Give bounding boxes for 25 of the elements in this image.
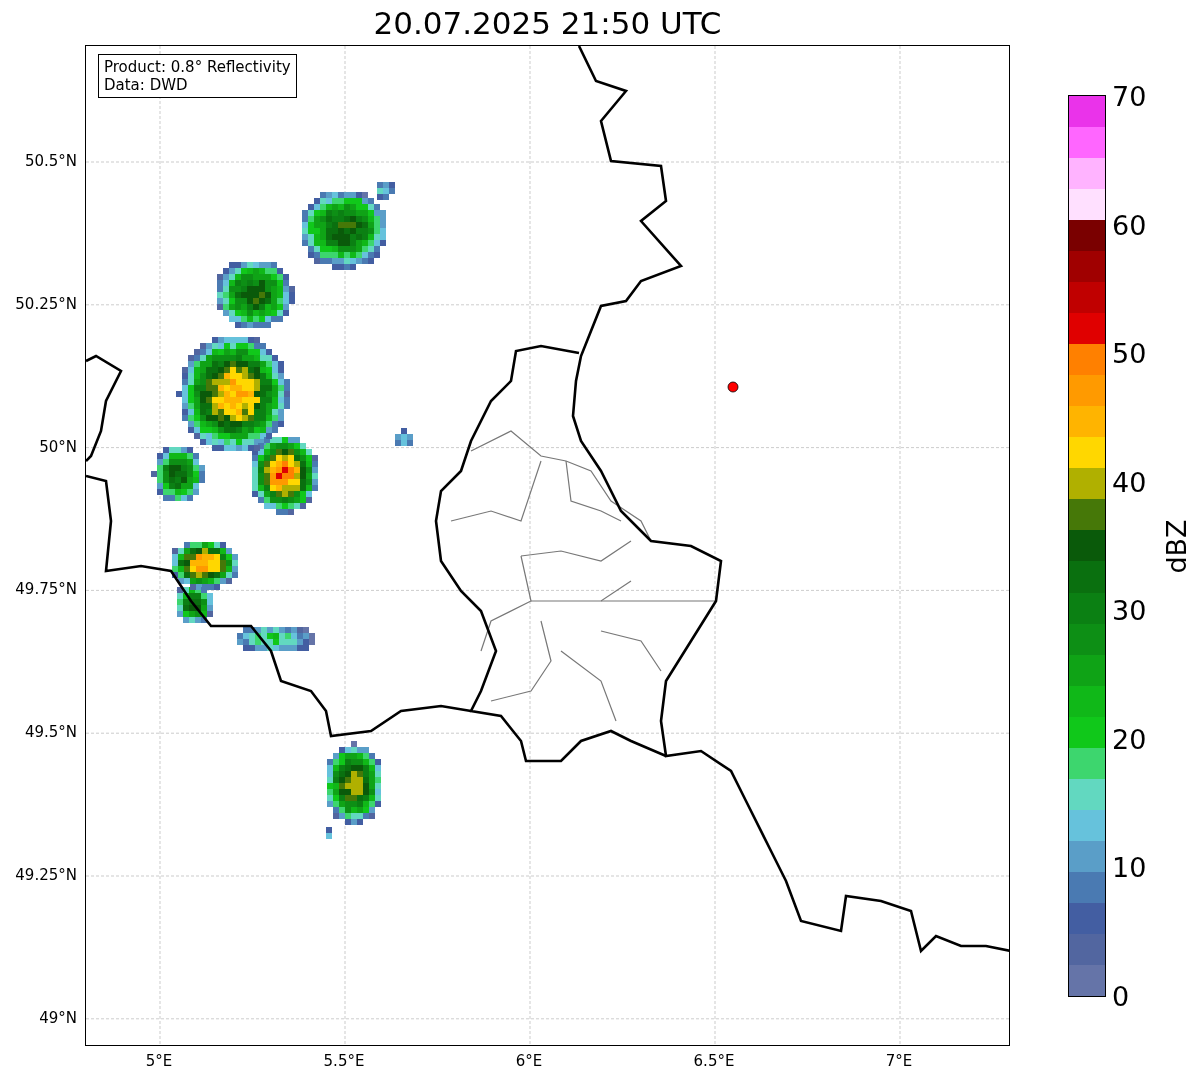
longitude-label: 6.5°E bbox=[693, 1052, 735, 1070]
location-marker bbox=[727, 381, 739, 393]
colorbar-tick-label: 10 bbox=[1112, 851, 1147, 883]
colorbar-tick-label: 60 bbox=[1112, 209, 1147, 241]
colorbar-label: dBZ bbox=[1160, 518, 1192, 574]
info-text: Product: 0.8° Reflectivity bbox=[104, 58, 291, 76]
longitude-label: 7°E bbox=[885, 1052, 913, 1070]
latitude-label: 50°N bbox=[39, 437, 77, 456]
latitude-label: 50.5°N bbox=[24, 152, 77, 170]
colorbar-tick-label: 70 bbox=[1112, 80, 1147, 112]
chart-title: 20.07.2025 21:50 UTC bbox=[372, 4, 723, 43]
colorbar-tick-label: 50 bbox=[1112, 337, 1147, 369]
colorbar-tick-label: 20 bbox=[1112, 723, 1147, 755]
colorbar-tick-label: 30 bbox=[1112, 594, 1147, 626]
longitude-label: 5.5°E bbox=[323, 1052, 365, 1070]
info-text: Data: DWD bbox=[104, 76, 189, 94]
colorbar-tick-label: 40 bbox=[1112, 466, 1147, 498]
colorbar-tick-label: 0 bbox=[1112, 980, 1130, 1012]
latitude-label: 49°N bbox=[39, 1008, 77, 1027]
latitude-label: 50.25°N bbox=[15, 294, 77, 313]
latitude-label: 49.5°N bbox=[24, 723, 77, 742]
latitude-label: 49.75°N bbox=[15, 580, 77, 599]
longitude-label: 5°E bbox=[145, 1052, 173, 1070]
longitude-label: 6°E bbox=[515, 1052, 543, 1070]
latitude-label: 49.25°N bbox=[15, 866, 77, 884]
